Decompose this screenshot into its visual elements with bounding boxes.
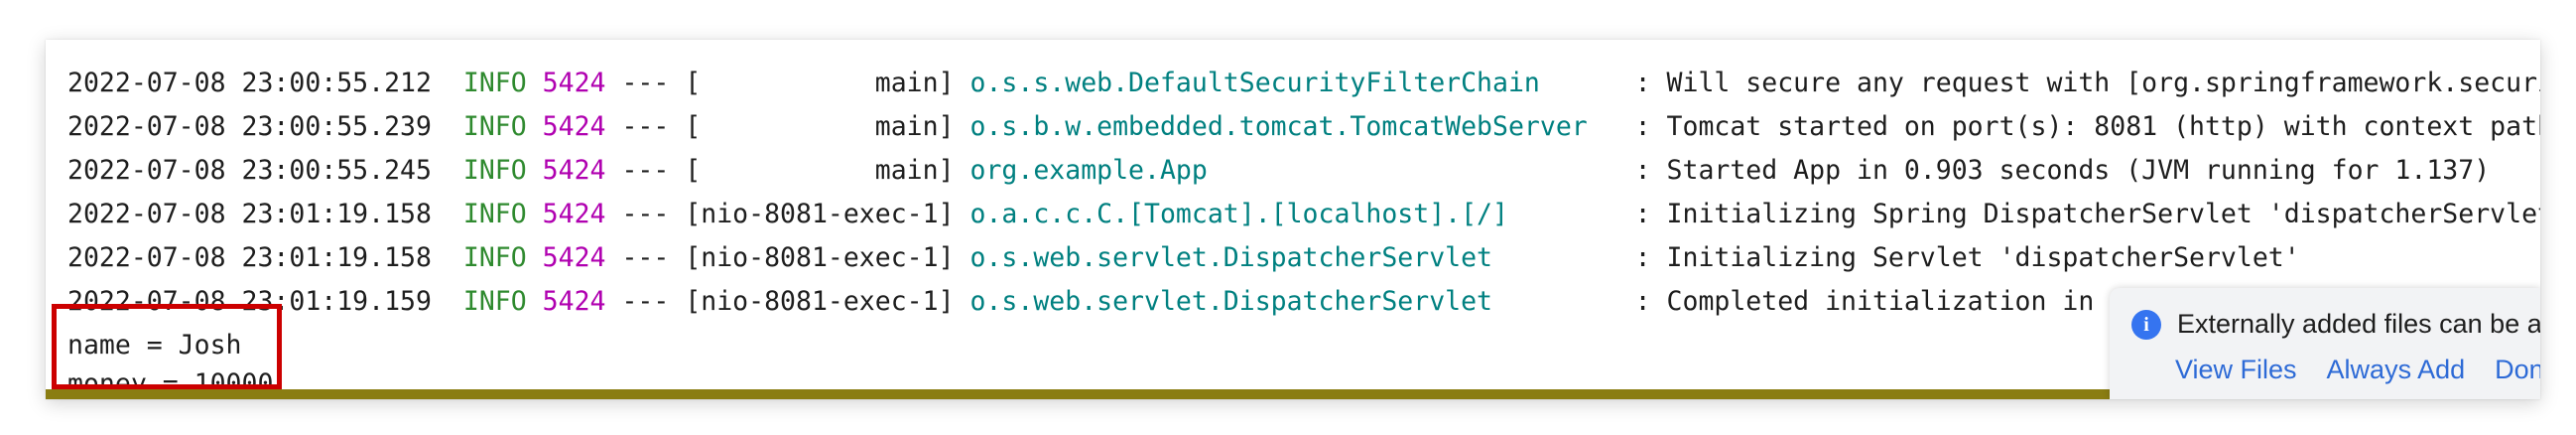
dont-ask-link[interactable]: Don <box>2495 355 2540 384</box>
log-thread: [ main] <box>685 111 955 142</box>
notification-title: Externally added files can be a <box>2177 309 2540 339</box>
scroll-indicator-bar <box>46 389 2110 399</box>
log-thread: [nio-8081-exec-1] <box>685 242 955 273</box>
log-pid: 5424 <box>542 286 606 317</box>
log-message: : Completed initialization in 1 ms <box>1634 286 2174 317</box>
log-level: INFO <box>462 111 527 142</box>
log-line: 2022-07-08 23:01:19.158 INFO 5424 --- [n… <box>67 236 2300 280</box>
log-separator: --- <box>621 286 670 317</box>
log-message: : Started App in 0.903 seconds (JVM runn… <box>1634 155 2491 186</box>
log-timestamp: 2022-07-08 23:00:55.239 <box>67 111 432 142</box>
log-line: 2022-07-08 23:01:19.159 INFO 5424 --- [n… <box>67 280 2173 324</box>
log-logger-link[interactable]: o.s.web.servlet.DispatcherServlet <box>970 242 1619 273</box>
info-icon: i <box>2131 310 2161 340</box>
log-message: : Will secure any request with [org.spri… <box>1634 68 2540 98</box>
log-level: INFO <box>462 199 527 229</box>
notification-balloon[interactable]: i Externally added files can be a View F… <box>2110 288 2540 399</box>
log-line: 2022-07-08 23:00:55.239 INFO 5424 --- [ … <box>67 105 2540 149</box>
log-level: INFO <box>462 286 527 317</box>
notification-actions: View Files Always Add Don <box>2175 352 2540 387</box>
log-logger-link[interactable]: o.s.s.web.DefaultSecurityFilterChain <box>970 68 1619 98</box>
log-logger-link[interactable]: o.a.c.c.C.[Tomcat].[localhost].[/] <box>970 199 1619 229</box>
console-output-panel[interactable]: 2022-07-08 23:00:55.212 INFO 5424 --- [ … <box>46 40 2540 399</box>
log-line: 2022-07-08 23:01:19.158 INFO 5424 --- [n… <box>67 193 2540 236</box>
log-logger-link[interactable]: o.s.web.servlet.DispatcherServlet <box>970 286 1619 317</box>
log-timestamp: 2022-07-08 23:00:55.212 <box>67 68 432 98</box>
log-pid: 5424 <box>542 155 606 186</box>
log-separator: --- <box>621 242 670 273</box>
log-separator: --- <box>621 155 670 186</box>
log-message: : Initializing Servlet 'dispatcherServle… <box>1634 242 2300 273</box>
log-thread: [ main] <box>685 68 955 98</box>
log-level: INFO <box>462 68 527 98</box>
log-pid: 5424 <box>542 68 606 98</box>
log-timestamp: 2022-07-08 23:01:19.158 <box>67 242 432 273</box>
log-message: : Tomcat started on port(s): 8081 (http)… <box>1634 111 2540 142</box>
log-separator: --- <box>621 68 670 98</box>
log-level: INFO <box>462 155 527 186</box>
log-separator: --- <box>621 199 670 229</box>
log-separator: --- <box>621 111 670 142</box>
log-timestamp: 2022-07-08 23:01:19.158 <box>67 199 432 229</box>
log-logger-link[interactable]: o.s.b.w.embedded.tomcat.TomcatWebServer <box>970 111 1619 142</box>
highlight-box <box>52 304 282 389</box>
log-pid: 5424 <box>542 242 606 273</box>
log-thread: [nio-8081-exec-1] <box>685 286 955 317</box>
log-message: : Initializing Spring DispatcherServlet … <box>1634 199 2540 229</box>
log-level: INFO <box>462 242 527 273</box>
log-pid: 5424 <box>542 111 606 142</box>
always-add-link[interactable]: Always Add <box>2327 355 2466 384</box>
log-logger-link[interactable]: org.example.App <box>970 155 1619 186</box>
log-thread: [ main] <box>685 155 955 186</box>
log-line: 2022-07-08 23:00:55.245 INFO 5424 --- [ … <box>67 149 2490 193</box>
log-pid: 5424 <box>542 199 606 229</box>
log-timestamp: 2022-07-08 23:00:55.245 <box>67 155 432 186</box>
view-files-link[interactable]: View Files <box>2175 355 2297 384</box>
log-thread: [nio-8081-exec-1] <box>685 199 955 229</box>
log-line: 2022-07-08 23:00:55.212 INFO 5424 --- [ … <box>67 62 2540 105</box>
